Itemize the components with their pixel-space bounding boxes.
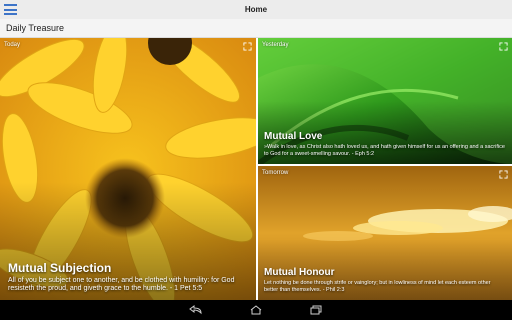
expand-icon[interactable] xyxy=(243,42,252,51)
tomorrow-verse: Let nothing be done through strife or va… xyxy=(264,280,491,294)
yesterday-label: Yesterday xyxy=(262,42,289,48)
status-bar: Home xyxy=(0,0,512,19)
today-text-block: Mutual Subjection All of you be subject … xyxy=(0,261,256,301)
tomorrow-label: Tomorrow xyxy=(262,170,289,176)
navigation-bar xyxy=(0,300,512,320)
tomorrow-text-block: Mutual Honour Let nothing be done throug… xyxy=(258,267,512,300)
yesterday-verse: »Walk in love, as Christ also hath loved… xyxy=(264,144,505,158)
expand-icon[interactable] xyxy=(499,170,508,179)
app-root: Home Daily Treasure Today Mutual Subject… xyxy=(0,0,512,320)
recent-apps-icon[interactable] xyxy=(309,305,323,315)
tomorrow-title: Mutual Honour xyxy=(264,267,335,279)
yesterday-text-block: Mutual Love »Walk in love, as Christ als… xyxy=(258,131,512,164)
yesterday-card[interactable]: Yesterday Mutual Love »Walk in love, as … xyxy=(258,38,512,164)
yesterday-title: Mutual Love xyxy=(264,131,323,143)
app-title: Daily Treasure xyxy=(6,23,65,33)
back-icon[interactable] xyxy=(189,305,203,315)
today-label: Today xyxy=(4,42,21,48)
expand-icon[interactable] xyxy=(499,42,508,51)
app-bar: Daily Treasure xyxy=(0,19,512,38)
today-card[interactable]: Today Mutual Subjection All of you be su… xyxy=(0,38,256,300)
tomorrow-card[interactable]: Tomorrow Mutual Honour Let nothing be do… xyxy=(258,166,512,300)
hamburger-menu-icon[interactable] xyxy=(4,4,17,15)
today-verse: All of you be subject one to another, an… xyxy=(8,276,235,293)
home-icon[interactable] xyxy=(249,305,263,315)
screen-title: Home xyxy=(244,5,268,14)
today-title: Mutual Subjection xyxy=(8,260,112,275)
